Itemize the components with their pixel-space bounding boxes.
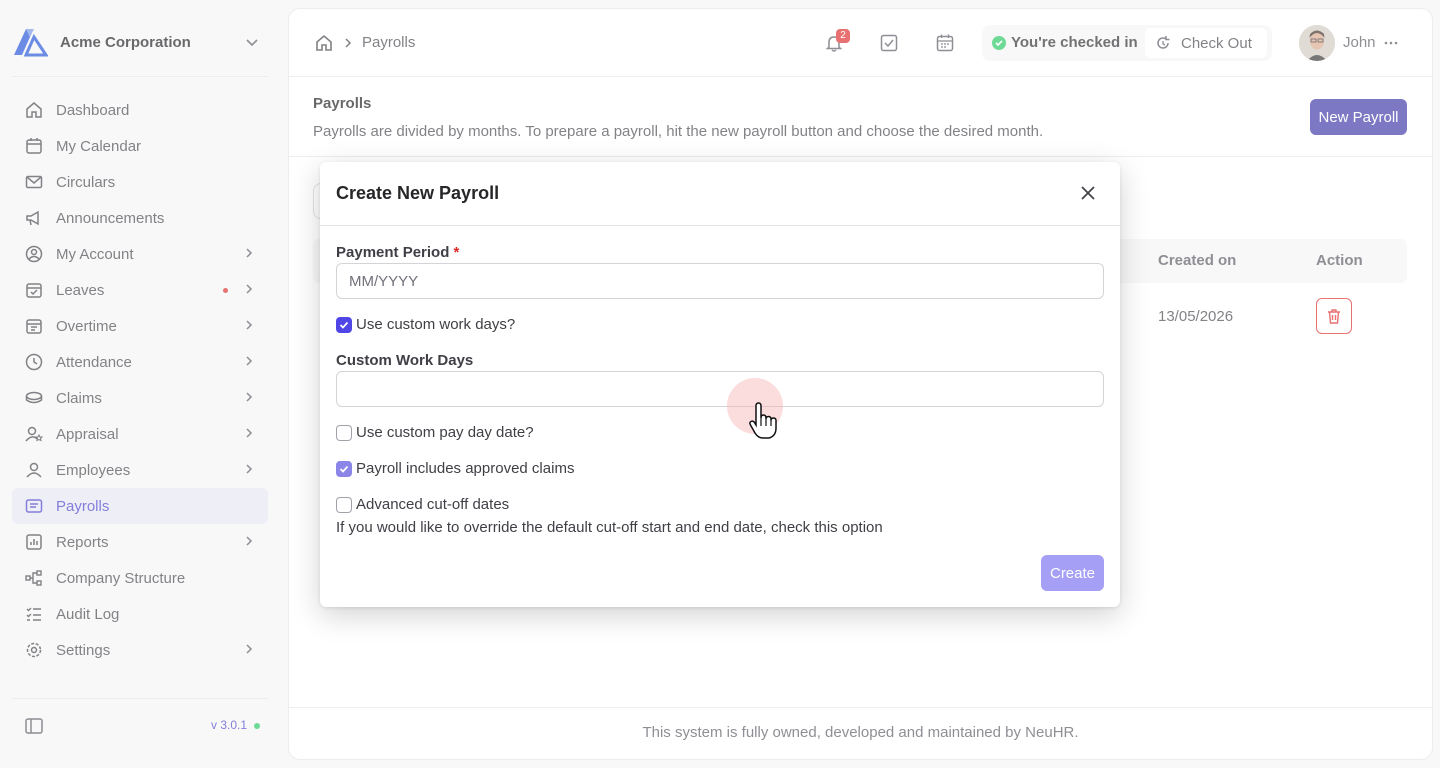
modal-header: Create New Payroll: [320, 162, 1120, 226]
payment-period-input[interactable]: [336, 263, 1104, 299]
payment-period-label: Payment Period *: [336, 244, 460, 261]
advanced-cutoff-checkbox[interactable]: [336, 496, 352, 513]
custom-pay-day-checkbox[interactable]: [336, 424, 352, 441]
advanced-cutoff-checkbox-row[interactable]: Advanced cut-off dates: [336, 496, 509, 513]
custom-work-days-input[interactable]: [336, 371, 1104, 407]
modal-title: Create New Payroll: [336, 183, 500, 203]
advanced-cutoff-hint: If you would like to override the defaul…: [336, 519, 883, 536]
includes-claims-checkbox-row[interactable]: Payroll includes approved claims: [336, 460, 574, 477]
custom-work-days-label: Custom Work Days: [336, 352, 474, 369]
custom-work-days-checkbox[interactable]: [336, 316, 352, 333]
includes-claims-checkbox-label: Payroll includes approved claims: [356, 460, 575, 477]
hand-cursor-icon: [749, 402, 777, 439]
close-icon[interactable]: [1079, 184, 1097, 202]
custom-pay-day-checkbox-row[interactable]: Use custom pay day date?: [336, 424, 534, 441]
required-mark: *: [453, 244, 460, 261]
create-payroll-modal: Create New Payroll Payment Period * Use …: [320, 162, 1120, 607]
custom-work-days-checkbox-label: Use custom work days?: [356, 316, 516, 333]
create-button[interactable]: Create: [1041, 555, 1104, 591]
advanced-cutoff-checkbox-label: Advanced cut-off dates: [356, 496, 510, 513]
includes-claims-checkbox[interactable]: [336, 460, 352, 477]
custom-work-days-checkbox-row[interactable]: Use custom work days?: [336, 316, 515, 333]
custom-pay-day-checkbox-label: Use custom pay day date?: [356, 424, 534, 441]
